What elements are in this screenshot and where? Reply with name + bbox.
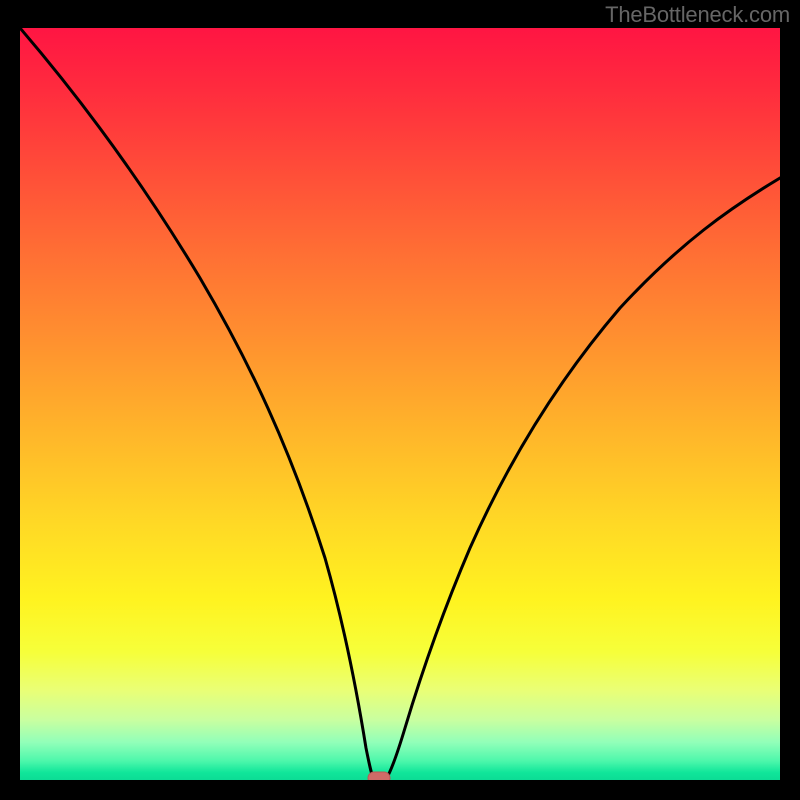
bottleneck-curve [20,28,780,779]
curve-layer [20,28,780,780]
chart-frame: TheBottleneck.com [0,0,800,800]
optimum-marker [368,772,390,780]
watermark-text: TheBottleneck.com [605,2,790,28]
plot-area [20,28,780,780]
